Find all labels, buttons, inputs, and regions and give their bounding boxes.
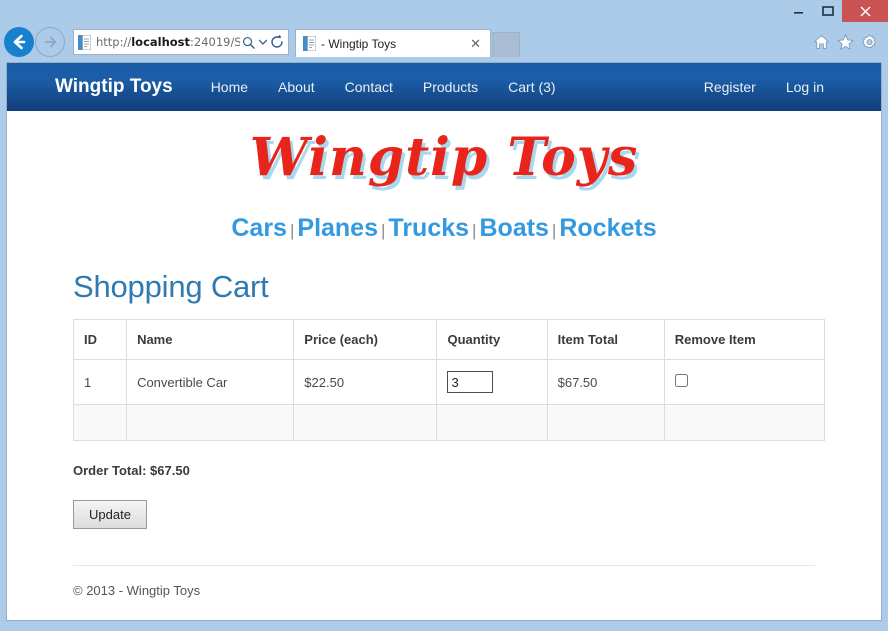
column-header-remove-item: Remove Item xyxy=(663,319,826,360)
cart-header-row: ID Name Price (each) Quantity Item Total… xyxy=(72,319,826,360)
close-button[interactable] xyxy=(842,0,888,22)
category-separator: | xyxy=(381,221,386,240)
back-arrow-icon xyxy=(13,34,26,50)
cell-empty xyxy=(663,404,826,441)
category-link-rockets[interactable]: Rockets xyxy=(559,214,656,242)
toolbar-icon-group xyxy=(813,33,882,51)
category-link-planes[interactable]: Planes xyxy=(297,214,378,242)
table-row: 1 Convertible Car $22.50 $67.50 xyxy=(72,359,826,405)
cell-empty xyxy=(126,404,295,441)
update-button[interactable]: Update xyxy=(73,500,147,529)
category-separator: | xyxy=(289,221,295,240)
address-bar[interactable]: http://localhost:24019/S xyxy=(73,29,289,55)
column-header-quantity: Quantity xyxy=(436,319,548,360)
browser-tab[interactable]: - Wingtip Toys ✕ xyxy=(295,29,491,57)
category-link-boats[interactable]: Boats xyxy=(479,214,548,242)
tab-close-icon[interactable]: ✕ xyxy=(467,36,484,52)
browser-toolbar: http://localhost:24019/S - Wingtip Toys … xyxy=(0,22,888,62)
category-links: Cars | Planes | Trucks | Boats | Rockets xyxy=(73,192,815,253)
nav-item-home[interactable]: Home xyxy=(211,79,248,95)
primary-nav: Home About Contact Products Cart (3) xyxy=(211,79,556,95)
cart-table-head: ID Name Price (each) Quantity Item Total… xyxy=(72,319,826,360)
minimize-icon xyxy=(794,11,803,14)
nav-item-contact[interactable]: Contact xyxy=(345,79,393,95)
cell-item-total: $67.50 xyxy=(546,359,665,405)
favorites-star-icon[interactable] xyxy=(837,34,854,50)
close-icon xyxy=(859,5,871,17)
refresh-icon[interactable] xyxy=(268,35,285,49)
nav-item-about[interactable]: About xyxy=(278,79,315,95)
nav-item-cart[interactable]: Cart (3) xyxy=(508,79,555,95)
column-header-item-total: Item Total xyxy=(546,319,665,360)
cell-empty xyxy=(72,404,128,441)
cell-name: Convertible Car xyxy=(126,359,295,405)
cart-table-body: 1 Convertible Car $22.50 $67.50 xyxy=(72,359,826,441)
search-icon[interactable] xyxy=(240,36,257,49)
tab-title: - Wingtip Toys xyxy=(321,36,397,51)
site-logo: Wingtip Toys xyxy=(249,127,639,188)
nav-item-register[interactable]: Register xyxy=(704,79,756,95)
forward-button[interactable] xyxy=(35,27,65,57)
remove-item-checkbox[interactable] xyxy=(674,374,688,387)
column-header-id: ID xyxy=(72,319,128,360)
table-row xyxy=(72,404,826,441)
url-text: http://localhost:24019/S xyxy=(96,35,240,49)
home-icon[interactable] xyxy=(813,34,830,50)
minimize-button[interactable] xyxy=(784,0,813,22)
tab-favicon-icon xyxy=(303,35,317,52)
cell-empty xyxy=(436,404,548,441)
account-nav: Register Log in xyxy=(704,79,881,95)
site-brand[interactable]: Wingtip Toys xyxy=(55,76,173,98)
forward-arrow-icon xyxy=(44,36,57,48)
new-tab-button[interactable] xyxy=(492,32,520,57)
tab-strip: - Wingtip Toys ✕ xyxy=(295,27,520,57)
title-bar xyxy=(0,0,888,22)
maximize-button[interactable] xyxy=(813,0,842,22)
column-header-name: Name xyxy=(126,319,295,360)
site-navbar: Wingtip Toys Home About Contact Products… xyxy=(7,63,881,111)
page-viewport: Wingtip Toys Home About Contact Products… xyxy=(6,62,882,621)
cell-price: $22.50 xyxy=(293,359,438,405)
chevron-down-icon[interactable] xyxy=(257,39,268,45)
back-button[interactable] xyxy=(4,27,34,57)
cell-empty xyxy=(293,404,438,441)
category-link-cars[interactable]: Cars xyxy=(231,214,287,242)
browser-window: http://localhost:24019/S - Wingtip Toys … xyxy=(0,0,888,631)
page-title: Shopping Cart xyxy=(73,269,269,304)
category-separator: | xyxy=(472,221,477,240)
maximize-icon xyxy=(821,6,834,16)
settings-gear-icon[interactable] xyxy=(861,33,878,51)
nav-item-products[interactable]: Products xyxy=(423,79,478,95)
page-document-icon xyxy=(78,34,92,50)
shopping-cart-table: ID Name Price (each) Quantity Item Total… xyxy=(72,319,826,441)
cell-remove xyxy=(663,359,826,405)
category-separator: | xyxy=(551,221,557,240)
cell-id: 1 xyxy=(72,359,128,405)
footer-copyright: © 2013 - Wingtip Toys xyxy=(73,583,201,598)
category-link-trucks[interactable]: Trucks xyxy=(388,214,469,242)
cell-quantity xyxy=(436,359,548,405)
column-header-price: Price (each) xyxy=(293,319,438,360)
quantity-input[interactable] xyxy=(447,371,494,393)
nav-item-login[interactable]: Log in xyxy=(786,79,824,95)
cell-empty xyxy=(546,404,665,441)
page-content: Wingtip Toys Cars | Planes | Trucks | Boats | Ro… xyxy=(7,111,881,598)
order-total-label: Order Total: $67.50 xyxy=(73,463,190,478)
